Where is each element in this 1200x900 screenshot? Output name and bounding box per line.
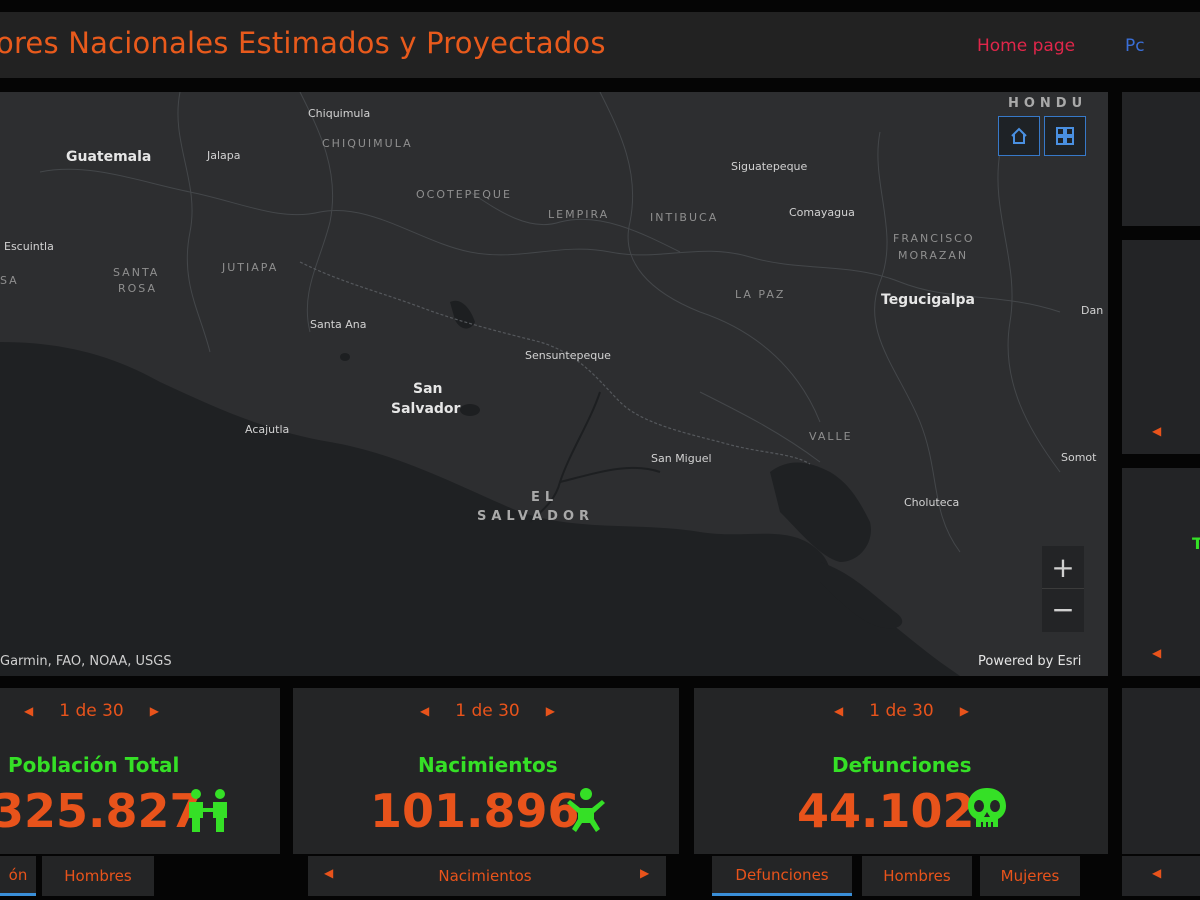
map-label-chiquimula: Chiquimula	[308, 107, 371, 120]
map-toolbar	[998, 116, 1086, 156]
map-label-jutiapa: JUTIAPA	[222, 261, 279, 274]
card-2-prev-arrow[interactable]: ◀	[420, 704, 429, 718]
zoom-control: + −	[1042, 546, 1084, 632]
card-2-value: 101.896	[370, 784, 580, 838]
map-label-valle: VALLE	[809, 430, 853, 443]
map-label-salvador: SALVADOR	[477, 509, 595, 524]
family-icon	[189, 789, 227, 832]
home-icon	[1011, 127, 1027, 144]
map-label-jalapa: Jalapa	[207, 149, 241, 162]
card-1-label: Población Total	[8, 753, 180, 777]
map-label-san-salvador-1: San	[413, 381, 443, 397]
pc-link[interactable]: Pc	[1125, 36, 1145, 56]
card-2-next-arrow[interactable]: ▶	[546, 704, 555, 718]
map-label-dan: Dan	[1081, 304, 1104, 317]
tab-card1-hombres[interactable]: Hombres	[42, 856, 154, 896]
map-view[interactable]: Guatemala Chiquimula CHIQUIMULA Jalapa E…	[0, 92, 1108, 676]
map-label-el: EL	[531, 490, 559, 505]
card-1-page-indicator: 1 de 30	[59, 701, 124, 721]
powered-by-esri[interactable]: Powered by Esri	[978, 654, 1081, 669]
map-label-hondu: HONDU	[1008, 96, 1088, 111]
page-title: ores Nacionales Estimados y Proyectados	[0, 26, 606, 60]
card-1-value: 325.827	[0, 784, 202, 838]
side-panel-2-prev-arrow[interactable]: ◀	[1152, 424, 1161, 438]
map-label-ocotepeque: OCOTEPEQUE	[416, 188, 512, 201]
basemap-gallery-button[interactable]	[1044, 116, 1086, 156]
card-3-prev-arrow[interactable]: ◀	[834, 704, 843, 718]
card-3-label: Defunciones	[832, 753, 972, 777]
map-label-francisco-1: FRANCISCO	[893, 232, 975, 245]
dashboard: ores Nacionales Estimados y Proyectados …	[0, 0, 1200, 900]
baby-icon	[567, 788, 605, 832]
side-panel-3-prev-arrow[interactable]: ◀	[1152, 646, 1161, 660]
side-panel-2	[1122, 240, 1200, 454]
tab-card3-defunciones[interactable]: Defunciones	[712, 856, 852, 896]
card-1-pager: ◀ 1 de 30 ▶	[24, 701, 159, 721]
home-button[interactable]	[998, 116, 1040, 156]
card-2-tab-next-arrow[interactable]: ▶	[640, 866, 649, 880]
map-label-san-miguel: San Miguel	[651, 452, 712, 465]
map-label-top	[165, 92, 171, 99]
map-label-somoto: Somot	[1061, 451, 1097, 464]
map-label-lempira: LEMPIRA	[548, 208, 610, 221]
card-3-page-indicator: 1 de 30	[869, 701, 934, 721]
map-label-santa-rosa-1: SANTA	[113, 266, 160, 279]
map-label-sensuntepeque: Sensuntepeque	[525, 349, 611, 362]
map-label-choluteca: Choluteca	[904, 496, 960, 509]
map-label-la-paz: LA PAZ	[735, 288, 786, 301]
map-label-acajutla: Acajutla	[245, 423, 290, 436]
side-panel-3	[1122, 468, 1200, 676]
map-label-tegucigalpa: Tegucigalpa	[881, 292, 976, 308]
card-1-prev-arrow[interactable]: ◀	[24, 704, 33, 718]
tab-card1-poblacion[interactable]: ón	[0, 856, 36, 896]
card-1-next-arrow[interactable]: ▶	[150, 704, 159, 718]
map-label-chiquimula-dept: CHIQUIMULA	[322, 137, 413, 150]
card-2-label: Nacimientos	[418, 753, 558, 777]
map-attribution: Garmin, FAO, NOAA, USGS	[0, 654, 172, 669]
tab-card3-hombres[interactable]: Hombres	[862, 856, 972, 896]
map-label-santa-ana: Santa Ana	[310, 318, 367, 331]
card-2-pager: ◀ 1 de 30 ▶	[420, 701, 555, 721]
side-panel-1	[1122, 92, 1200, 226]
card-2-page-indicator: 1 de 30	[455, 701, 520, 721]
card-3-pager: ◀ 1 de 30 ▶	[834, 701, 969, 721]
zoom-in-button[interactable]: +	[1042, 546, 1084, 588]
map-label-guatemala: Guatemala	[66, 149, 152, 165]
map-label-santa-rosa-2: ROSA	[118, 282, 158, 295]
map-label-francisco-2: MORAZAN	[898, 249, 969, 262]
map-basemap	[0, 92, 1108, 676]
map-label-san-salvador-2: Salvador	[391, 401, 461, 417]
skull-icon	[968, 788, 1006, 827]
side-panel-3-letter: T	[1192, 534, 1200, 553]
basemap-gallery-icon	[1056, 127, 1074, 145]
tab-card3-mujeres[interactable]: Mujeres	[980, 856, 1080, 896]
map-label-escuintla: Escuintla	[4, 240, 54, 253]
card-3-next-arrow[interactable]: ▶	[960, 704, 969, 718]
map-label-comayagua: Comayagua	[789, 206, 855, 219]
map-label-siguatepeque: Siguatepeque	[731, 160, 808, 173]
side-panel-4-prev-arrow[interactable]: ◀	[1152, 866, 1161, 880]
zoom-out-button[interactable]: −	[1042, 588, 1084, 630]
map-label-sa: SA	[0, 274, 19, 287]
side-panel-4	[1122, 688, 1200, 854]
tab-card2-nacimientos[interactable]: Nacimientos	[400, 856, 570, 896]
map-label-intibuca: INTIBUCA	[650, 211, 719, 224]
home-page-link[interactable]: Home page	[977, 36, 1075, 56]
card-3-value: 44.102	[797, 784, 975, 838]
header-bar: ores Nacionales Estimados y Proyectados …	[0, 12, 1200, 78]
card-2-tab-prev-arrow[interactable]: ◀	[324, 866, 333, 880]
